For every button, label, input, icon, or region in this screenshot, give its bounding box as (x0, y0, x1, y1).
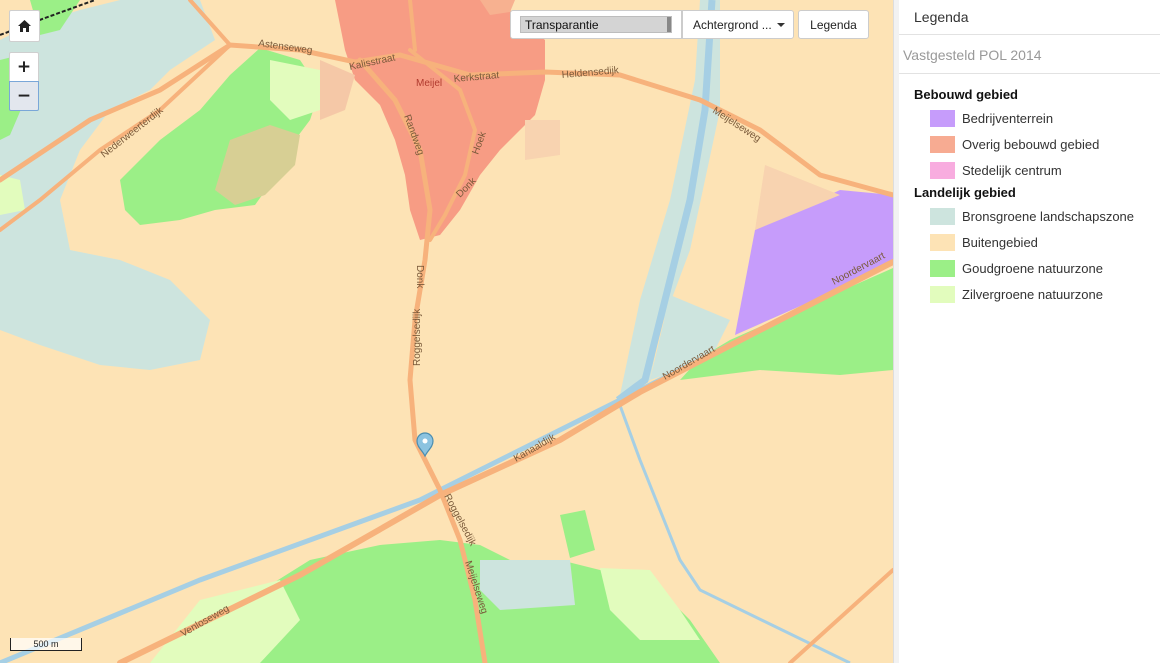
transparency-slider[interactable]: Transparantie (520, 16, 672, 33)
legend-swatch (930, 161, 955, 179)
legend-item-label: Stedelijk centrum (962, 162, 1062, 178)
legend-item: Goudgroene natuurzone (899, 255, 1160, 281)
zoom-in-button[interactable]: + (9, 52, 39, 82)
legend-item-label: Bronsgroene landschapszone (962, 208, 1135, 224)
background-label: Achtergrond ... (693, 17, 772, 32)
legend-group: Landelijk gebied Bronsgroene landschapsz… (899, 183, 1160, 307)
background-dropdown-button[interactable]: Achtergrond ... (682, 10, 794, 39)
legend-group-title: Landelijk gebied (914, 185, 1016, 200)
legend-swatch (930, 259, 955, 277)
legend-item: Buitengebied (899, 229, 1160, 255)
legend-item-label: Goudgroene natuurzone (962, 260, 1103, 276)
label-roggelsedijk-1: Roggelsedijk (412, 308, 423, 366)
label-meijel: Meijel (416, 78, 442, 89)
legend-group-title: Bebouwd gebied (914, 87, 1018, 102)
home-icon (18, 20, 31, 32)
label-donk-2: Donk (414, 265, 425, 289)
area-bronsgroen-south (480, 560, 575, 610)
legend-group: Bebouwd gebied Bedrijventerrein Overig b… (899, 85, 1160, 183)
legend-item: Bedrijventerrein (899, 105, 1160, 131)
map-viewport[interactable]: Astenseweg Kalisstraat Meijel Kerkstraat… (0, 0, 893, 663)
transparency-label: Transparantie (525, 18, 599, 32)
legend-swatch (930, 233, 955, 251)
legend-swatch (930, 207, 955, 225)
legend-item-label: Buitengebied (962, 234, 1038, 250)
legend-swatch (930, 285, 955, 303)
transparency-control: Transparantie (510, 10, 682, 39)
legend-item-label: Bedrijventerrein (962, 110, 1054, 126)
legend-item: Stedelijk centrum (899, 157, 1160, 183)
zoom-out-button[interactable]: − (9, 81, 39, 111)
legend-item: Overig bebouwd gebied (899, 131, 1160, 157)
caret-down-icon (776, 22, 785, 27)
map-canvas[interactable]: Astenseweg Kalisstraat Meijel Kerkstraat… (0, 0, 893, 663)
legend-panel: Legenda Vastgesteld POL 2014 Bebouwd geb… (899, 0, 1160, 663)
legend-layer-name: Vastgesteld POL 2014 (899, 35, 1160, 74)
legend-item-label: Overig bebouwd gebied (962, 136, 1100, 152)
scale-bar: 500 m (10, 638, 82, 651)
home-button[interactable] (9, 10, 40, 42)
area-bebouwd-east (525, 120, 560, 160)
legend-item: Bronsgroene landschapszone (899, 203, 1160, 229)
legend-swatch (930, 135, 955, 153)
legend-item: Zilvergroene natuurzone (899, 281, 1160, 307)
legend-button[interactable]: Legenda (798, 10, 869, 39)
map-toolbar: Transparantie Achtergrond ... Legenda (510, 10, 869, 39)
legend-item-label: Zilvergroene natuurzone (962, 286, 1103, 302)
transparency-slider-handle[interactable] (667, 17, 671, 32)
legend-panel-title: Legenda (899, 0, 1160, 35)
legend-swatch (930, 109, 955, 127)
